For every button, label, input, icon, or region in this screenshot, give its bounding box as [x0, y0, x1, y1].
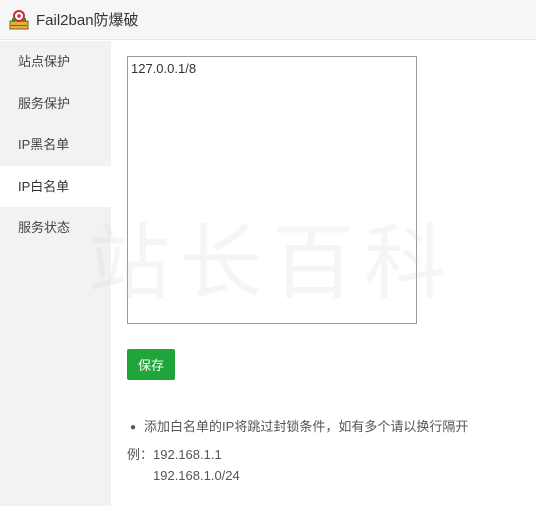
sidebar-item-label: IP白名单	[18, 178, 70, 194]
sidebar-item-site-protection[interactable]: 站点保护	[0, 41, 111, 83]
app-title: Fail2ban防爆破	[36, 12, 139, 29]
help-note: ● 添加白名单的IP将跳过封锁条件，如有多个请以换行隔开	[127, 416, 468, 435]
bullet-icon: ●	[130, 422, 137, 434]
sidebar: 站点保护 服务保护 IP黑名单 IP白名单 服务状态	[0, 41, 111, 506]
sidebar-item-label: 服务保护	[18, 95, 71, 111]
sidebar-item-service-status[interactable]: 服务状态	[0, 207, 111, 249]
ip-whitelist-textarea[interactable]: 127.0.0.1/8	[127, 56, 417, 324]
example-ip-1: 192.168.1.1	[153, 447, 222, 462]
fail2ban-app-icon	[8, 9, 30, 31]
example-line-1: 例：192.168.1.1	[127, 444, 222, 463]
sidebar-item-label: 服务状态	[18, 220, 71, 235]
help-note-text: 添加白名单的IP将跳过封锁条件，如有多个请以换行隔开	[144, 419, 469, 434]
example-prefix: 例：	[127, 447, 154, 462]
title-bar: Fail2ban防爆破	[0, 0, 536, 40]
sidebar-item-label: IP黑名单	[18, 137, 70, 152]
main-panel: 127.0.0.1/8 保存 ● 添加白名单的IP将跳过封锁条件，如有多个请以换行…	[111, 41, 536, 506]
sidebar-item-service-protection[interactable]: 服务保护	[0, 83, 111, 125]
sidebar-item-label: 站点保护	[18, 54, 71, 69]
sidebar-item-ip-whitelist[interactable]: IP白名单	[0, 165, 111, 207]
save-button[interactable]: 保存	[127, 349, 175, 380]
sidebar-item-ip-blacklist[interactable]: IP黑名单	[0, 124, 111, 166]
example-ip-2: 192.168.1.0/24	[153, 468, 240, 483]
